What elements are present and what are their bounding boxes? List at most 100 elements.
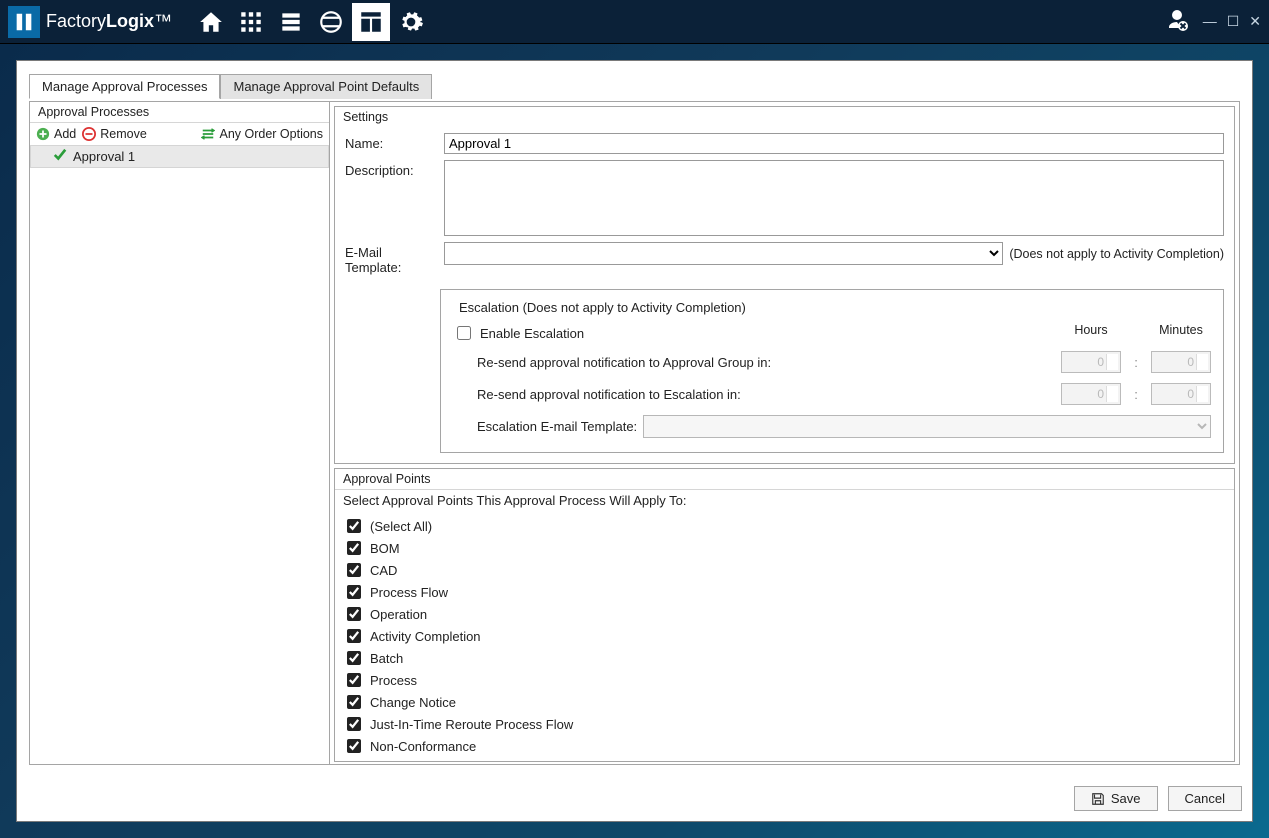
remove-button[interactable]: Remove — [82, 127, 147, 141]
any-order-label: Any Order Options — [219, 127, 323, 141]
hours-spinner-1[interactable]: 0▲▼ — [1061, 351, 1121, 373]
hours-label: Hours — [1061, 323, 1121, 343]
grid-icon[interactable] — [232, 3, 270, 41]
approval-point-label: Operation — [370, 607, 427, 622]
approval-point-item[interactable]: Batch — [343, 647, 1226, 669]
approval-point-label: (Select All) — [370, 519, 432, 534]
tabs-row: Manage Approval Processes Manage Approva… — [29, 73, 1252, 98]
minimize-button[interactable]: ― — [1203, 13, 1217, 30]
hours-spinner-2[interactable]: 0▲▼ — [1061, 383, 1121, 405]
approval-point-label: Just-In-Time Reroute Process Flow — [370, 717, 573, 732]
globe-icon[interactable] — [312, 3, 350, 41]
approval-point-checkbox[interactable] — [347, 673, 361, 687]
email-note: (Does not apply to Activity Completion) — [1009, 247, 1224, 261]
approval-point-checkbox[interactable] — [347, 629, 361, 643]
escalation-email-template-label: Escalation E-mail Template: — [477, 419, 637, 434]
any-order-options-button[interactable]: Any Order Options — [201, 127, 323, 141]
process-tree: Approval 1 — [30, 145, 329, 168]
workspace: Manage Approval Processes Manage Approva… — [16, 60, 1253, 822]
description-input[interactable] — [444, 160, 1224, 236]
approval-point-label: Activity Completion — [370, 629, 481, 644]
approval-point-checkbox[interactable] — [347, 585, 361, 599]
left-toolbar: Add Remove Any Order Options — [30, 123, 329, 145]
approval-point-label: Process Flow — [370, 585, 448, 600]
options-icon — [201, 127, 215, 141]
approval-point-item[interactable]: Activity Completion — [343, 625, 1226, 647]
maximize-button[interactable]: ☐ — [1227, 13, 1240, 30]
escalation-email-template-select[interactable] — [643, 415, 1211, 438]
tree-item-approval-1[interactable]: Approval 1 — [30, 145, 329, 168]
tab-manage-defaults[interactable]: Manage Approval Point Defaults — [220, 74, 432, 99]
plus-icon — [36, 127, 50, 141]
brand-part1: Factory — [46, 11, 106, 31]
tree-item-label: Approval 1 — [73, 149, 135, 164]
approval-point-checkbox[interactable] — [347, 739, 361, 753]
email-template-select[interactable] — [444, 242, 1003, 265]
approval-point-item[interactable]: Change Notice — [343, 691, 1226, 713]
approval-point-label: Batch — [370, 651, 403, 666]
save-icon — [1091, 792, 1105, 806]
name-label: Name: — [345, 133, 440, 151]
minutes-spinner-2[interactable]: 0▲▼ — [1151, 383, 1211, 405]
approval-points-subtitle: Select Approval Points This Approval Pro… — [335, 489, 1234, 511]
cancel-button[interactable]: Cancel — [1168, 786, 1242, 811]
save-label: Save — [1111, 791, 1141, 806]
titlebar: FactoryLogix™ ― ☐ ✕ — [0, 0, 1269, 44]
approval-points-list: (Select All) BOM CAD Process Flow Operation A… — [335, 511, 1234, 761]
name-input[interactable] — [444, 133, 1224, 154]
approval-point-checkbox[interactable] — [347, 563, 361, 577]
add-button[interactable]: Add — [36, 127, 76, 141]
approval-point-item[interactable]: Process — [343, 669, 1226, 691]
resend-escalation-label: Re-send approval notification to Escalat… — [453, 387, 1051, 402]
email-template-label: E-Mail Template: — [345, 242, 440, 275]
brand-part2: Logix — [106, 11, 154, 31]
approval-point-label: Change Notice — [370, 695, 456, 710]
user-icon[interactable] — [1165, 8, 1189, 35]
tab-body: Approval Processes Add Remove Any Order … — [29, 101, 1240, 765]
home-icon[interactable] — [192, 3, 230, 41]
minutes-spinner-1[interactable]: 0▲▼ — [1151, 351, 1211, 373]
approval-points-group: Approval Points Select Approval Points T… — [334, 468, 1235, 762]
left-pane-title: Approval Processes — [30, 102, 329, 123]
stack-icon[interactable] — [272, 3, 310, 41]
brand-label: FactoryLogix™ — [46, 11, 172, 32]
save-button[interactable]: Save — [1074, 786, 1158, 811]
remove-label: Remove — [100, 127, 147, 141]
escalation-title: Escalation (Does not apply to Activity C… — [455, 300, 750, 315]
approval-point-checkbox[interactable] — [347, 651, 361, 665]
enable-escalation-label: Enable Escalation — [480, 326, 584, 341]
right-pane: Settings Name: Description: E-Mail Templ… — [330, 102, 1239, 764]
escalation-group: Escalation (Does not apply to Activity C… — [440, 289, 1224, 453]
close-button[interactable]: ✕ — [1249, 13, 1261, 30]
approval-points-title: Approval Points — [335, 469, 1234, 489]
approval-point-item[interactable]: Operation — [343, 603, 1226, 625]
bottom-bar: Save Cancel — [1074, 786, 1242, 811]
tab-manage-processes[interactable]: Manage Approval Processes — [29, 74, 220, 99]
approval-point-label: Non-Conformance — [370, 739, 476, 754]
approval-point-checkbox[interactable] — [347, 519, 361, 533]
enable-escalation-checkbox[interactable]: Enable Escalation — [453, 323, 1051, 343]
approval-point-checkbox[interactable] — [347, 717, 361, 731]
approval-point-item[interactable]: BOM — [343, 537, 1226, 559]
approval-point-label: CAD — [370, 563, 397, 578]
settings-title: Settings — [335, 107, 1234, 127]
resend-approval-group-label: Re-send approval notification to Approva… — [453, 355, 1051, 370]
check-icon — [53, 148, 67, 165]
report-icon[interactable] — [352, 3, 390, 41]
approval-point-checkbox[interactable] — [347, 541, 361, 555]
approval-point-checkbox[interactable] — [347, 607, 361, 621]
settings-group: Settings Name: Description: E-Mail Templ… — [334, 106, 1235, 464]
add-label: Add — [54, 127, 76, 141]
approval-point-item[interactable]: Process Flow — [343, 581, 1226, 603]
approval-point-item[interactable]: Just-In-Time Reroute Process Flow — [343, 713, 1226, 735]
approval-point-item[interactable]: (Select All) — [343, 515, 1226, 537]
approval-point-label: Process — [370, 673, 417, 688]
titlebar-nav — [192, 3, 430, 41]
minutes-label: Minutes — [1151, 323, 1211, 343]
gear-icon[interactable] — [392, 3, 430, 41]
approval-point-checkbox[interactable] — [347, 695, 361, 709]
cancel-label: Cancel — [1185, 791, 1225, 806]
minus-icon — [82, 127, 96, 141]
approval-point-item[interactable]: CAD — [343, 559, 1226, 581]
approval-point-item[interactable]: Non-Conformance — [343, 735, 1226, 757]
